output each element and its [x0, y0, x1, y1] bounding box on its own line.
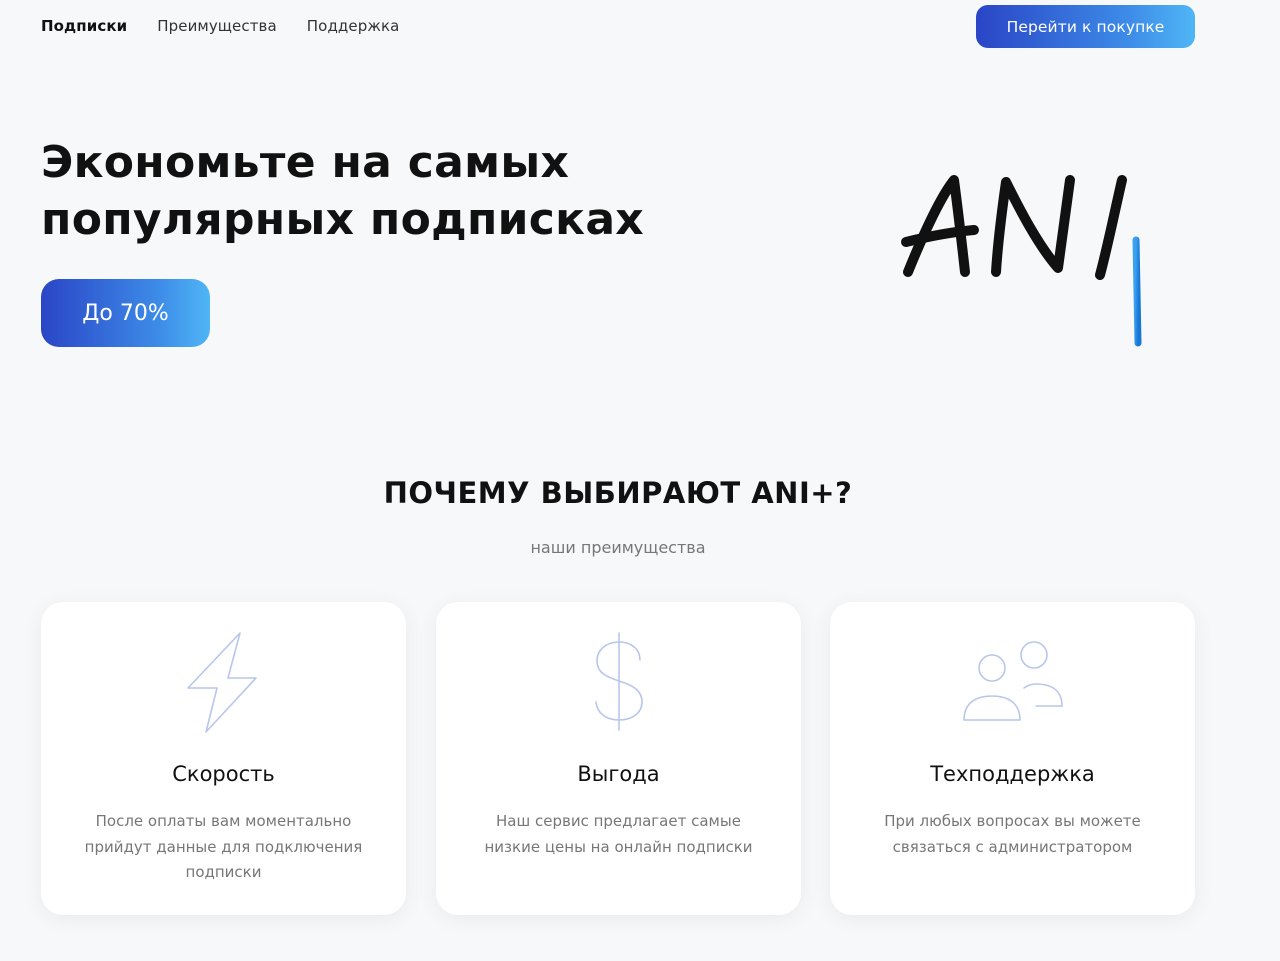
section-subtitle: наши преимущества [530, 538, 706, 557]
ani-plus-logo [901, 175, 1196, 347]
hero-title-line1: Экономьте на самых [41, 137, 570, 188]
advantage-card-speed: Скорость После оплаты вам моментально пр… [41, 602, 406, 915]
section-title: ПОЧЕМУ ВЫБИРАЮТ ANI+? [383, 476, 853, 510]
card-title-support: Техподдержка [930, 762, 1095, 786]
advantage-card-benefit: Выгода Наш сервис предлагает самые низки… [436, 602, 801, 915]
hero-title: Экономьте на самых популярных подписках [41, 134, 701, 248]
users-icon [830, 630, 1195, 735]
nav-support[interactable]: Поддержка [307, 17, 400, 35]
dollar-icon [436, 630, 801, 735]
discount-badge[interactable]: До 70% [41, 279, 210, 347]
hero-title-line2: популярных подписках [41, 194, 644, 245]
lightning-icon [41, 630, 406, 735]
go-to-purchase-button[interactable]: Перейти к покупке [976, 5, 1195, 48]
nav-advantages[interactable]: Преимущества [157, 17, 277, 35]
card-text-support: При любых вопросах вы можете связаться с… [884, 812, 1141, 856]
card-title-benefit: Выгода [577, 762, 660, 786]
card-text-speed: После оплаты вам моментально прийдут дан… [84, 812, 363, 881]
top-nav: Подписки Преимущества Поддержка [41, 0, 399, 52]
nav-subscriptions[interactable]: Подписки [41, 17, 127, 35]
advantage-card-support: Техподдержка При любых вопросах вы может… [830, 602, 1195, 915]
card-text-benefit: Наш сервис предлагает самые низкие цены … [484, 812, 753, 856]
card-title-speed: Скорость [172, 762, 275, 786]
